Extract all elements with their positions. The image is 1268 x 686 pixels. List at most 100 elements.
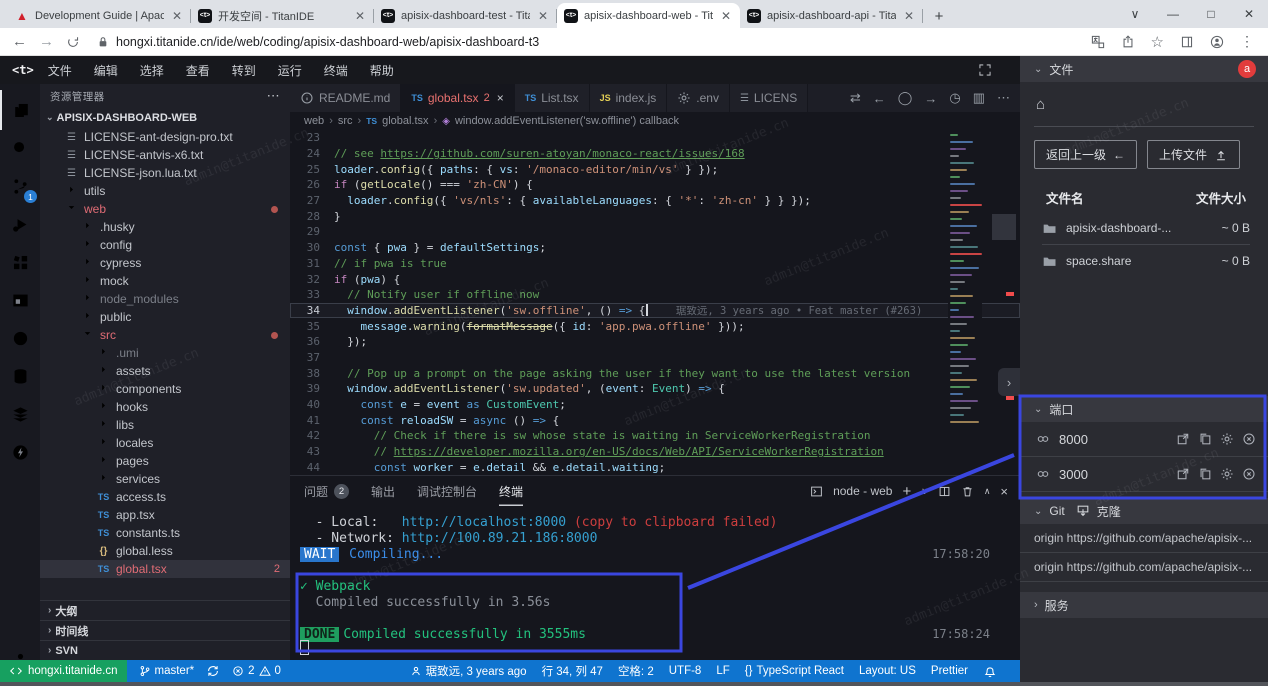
port-row[interactable]: 3000 <box>1020 457 1268 492</box>
close-tab-icon[interactable]: ✕ <box>170 9 184 23</box>
breadcrumb-item[interactable]: window.addEventListener('sw.offline') ca… <box>455 115 679 127</box>
git-remote-row[interactable]: origin https://github.com/apache/apisix-… <box>1020 553 1268 582</box>
close-panel-icon[interactable]: × <box>1000 484 1008 499</box>
tree-item[interactable]: TSapp.tsx <box>40 506 290 524</box>
thunder-icon[interactable] <box>0 432 40 472</box>
close-tab-icon[interactable]: ✕ <box>902 9 916 23</box>
editor-action-icon[interactable]: ← <box>873 91 886 106</box>
browser-tab[interactable]: <t>apisix-dashboard-test - TitanID✕ <box>374 3 557 28</box>
source-control-icon[interactable]: 1 <box>0 166 40 206</box>
editor-tab[interactable]: TSglobal.tsx2× <box>401 84 514 112</box>
tree-item[interactable]: {}global.less <box>40 542 290 560</box>
close-tab-icon[interactable]: ✕ <box>719 9 733 23</box>
menu-item[interactable]: 转到 <box>232 62 256 79</box>
preview-icon[interactable] <box>0 280 40 320</box>
editor-tab[interactable]: TSList.tsx <box>515 84 590 112</box>
tree-item[interactable]: pages <box>40 452 290 470</box>
tree-item[interactable]: cypress <box>40 254 290 272</box>
browser-tab[interactable]: <t>apisix-dashboard-api - TitanID✕ <box>740 3 923 28</box>
sync-icon[interactable] <box>206 664 220 678</box>
tree-item[interactable]: TShelpers.tsx <box>40 578 290 582</box>
encoding-indicator[interactable]: UTF-8 <box>669 665 702 677</box>
panel-toggle-chevron[interactable]: › <box>998 368 1020 396</box>
tree-item[interactable]: components <box>40 380 290 398</box>
tree-item[interactable]: ☰LICENSE-json.lua.txt <box>40 164 290 182</box>
tree-item[interactable]: utils <box>40 182 290 200</box>
editor-tab[interactable]: ☰LICENS <box>730 84 808 112</box>
scrollbar-thumb[interactable] <box>992 214 1016 240</box>
tree-item[interactable]: TSglobal.tsx2 <box>40 560 290 578</box>
new-tab-button[interactable]: + <box>927 4 951 28</box>
sidebar-section-SVN[interactable]: ›SVN <box>40 640 290 660</box>
git-section-header[interactable]: ⌄ Git 克隆 <box>1020 498 1268 524</box>
explorer-root-folder[interactable]: ⌄ APISIX-DASHBOARD-WEB <box>40 108 290 127</box>
terminal-tab[interactable]: 调试控制台 <box>417 476 477 506</box>
open-external-icon[interactable] <box>1176 432 1190 446</box>
remote-indicator[interactable]: hongxi.titanide.cn <box>0 660 127 682</box>
editor-action-icon[interactable]: ◷ <box>949 90 960 106</box>
tree-item[interactable]: .umi <box>40 344 290 362</box>
translate-icon[interactable] <box>1091 35 1105 49</box>
editor-action-icon[interactable]: ◯ <box>898 90 913 106</box>
files-section-header[interactable]: ⌄ 文件 a <box>1020 56 1268 82</box>
database-icon[interactable] <box>0 356 40 396</box>
close-tab-icon[interactable]: ✕ <box>353 9 367 23</box>
problems-indicator[interactable]: 2 0 <box>232 665 281 677</box>
share-icon[interactable] <box>1121 35 1135 49</box>
menu-item[interactable]: 查看 <box>186 62 210 79</box>
copy-icon[interactable] <box>1198 467 1212 481</box>
browser-menu-icon[interactable]: ⋮ <box>1240 33 1254 50</box>
close-tab-icon[interactable]: × <box>497 91 504 105</box>
search-icon[interactable] <box>0 128 40 168</box>
new-terminal-icon[interactable]: + <box>902 483 911 500</box>
url-field[interactable]: hongxi.titanide.cn/ide/web/coding/apisix… <box>96 35 539 49</box>
git-branch-indicator[interactable]: master* <box>139 665 195 677</box>
upload-file-button[interactable]: 上传文件 <box>1147 140 1240 169</box>
tree-item[interactable]: node_modules <box>40 290 290 308</box>
services-section-header[interactable]: ›服务 <box>1020 592 1268 618</box>
file-row[interactable]: space.share~ 0 B <box>1042 244 1250 277</box>
tree-item[interactable]: TSaccess.ts <box>40 488 290 506</box>
tree-item[interactable]: ☰LICENSE-antvis-x6.txt <box>40 146 290 164</box>
terminal-tab[interactable]: 问题2 <box>304 476 349 506</box>
port-settings-icon[interactable] <box>1220 467 1234 481</box>
tree-item[interactable]: public <box>40 308 290 326</box>
extensions-icon[interactable] <box>0 242 40 282</box>
explorer-more-icon[interactable]: ⋯ <box>267 88 280 104</box>
terminal-shell-label[interactable]: node - web <box>833 484 892 498</box>
back-icon[interactable]: ← <box>12 33 27 50</box>
browser-tab[interactable]: <t>apisix-dashboard-web - TitanI✕ <box>557 3 740 28</box>
ports-section-header[interactable]: ⌄端口 <box>1020 396 1268 422</box>
terminal-output[interactable]: - Local: http://localhost:8000 (copy to … <box>290 506 1020 661</box>
language-indicator[interactable]: {}TypeScript React <box>745 665 844 677</box>
editor-action-icon[interactable]: ▥ <box>973 90 985 106</box>
terminal-tab[interactable]: 终端 <box>499 476 523 506</box>
bookmark-star-icon[interactable]: ☆ <box>1151 33 1164 51</box>
editor-action-icon[interactable]: ⇄ <box>850 90 861 106</box>
layers-icon[interactable] <box>0 394 40 434</box>
file-row[interactable]: apisix-dashboard-...~ 0 B <box>1042 212 1250 244</box>
tree-item[interactable]: src <box>40 326 290 344</box>
menu-item[interactable]: 终端 <box>324 62 348 79</box>
close-port-icon[interactable] <box>1242 467 1256 481</box>
indentation-indicator[interactable]: 空格: 2 <box>618 663 654 679</box>
menu-item[interactable]: 帮助 <box>370 62 394 79</box>
tree-item[interactable]: ☰LICENSE-ant-design-pro.txt <box>40 128 290 146</box>
run-debug-icon[interactable] <box>0 204 40 244</box>
breadcrumb-item[interactable]: web <box>304 115 324 127</box>
tree-item[interactable]: assets <box>40 362 290 380</box>
git-remote-row[interactable]: origin https://github.com/apache/apisix-… <box>1020 524 1268 553</box>
tree-item[interactable]: locales <box>40 434 290 452</box>
keyboard-layout-indicator[interactable]: Layout: US <box>859 665 916 677</box>
menu-item[interactable]: 文件 <box>48 62 72 79</box>
menu-item[interactable]: 运行 <box>278 62 302 79</box>
close-port-icon[interactable] <box>1242 432 1256 446</box>
bell-icon[interactable] <box>983 664 997 678</box>
refresh-icon[interactable] <box>66 35 80 49</box>
eol-indicator[interactable]: LF <box>716 665 729 677</box>
split-terminal-icon[interactable] <box>938 485 951 498</box>
tree-item[interactable]: web <box>40 200 290 218</box>
minimap[interactable] <box>948 130 982 475</box>
explorer-icon[interactable] <box>0 90 40 130</box>
home-icon[interactable]: ⌂ <box>1036 96 1045 113</box>
